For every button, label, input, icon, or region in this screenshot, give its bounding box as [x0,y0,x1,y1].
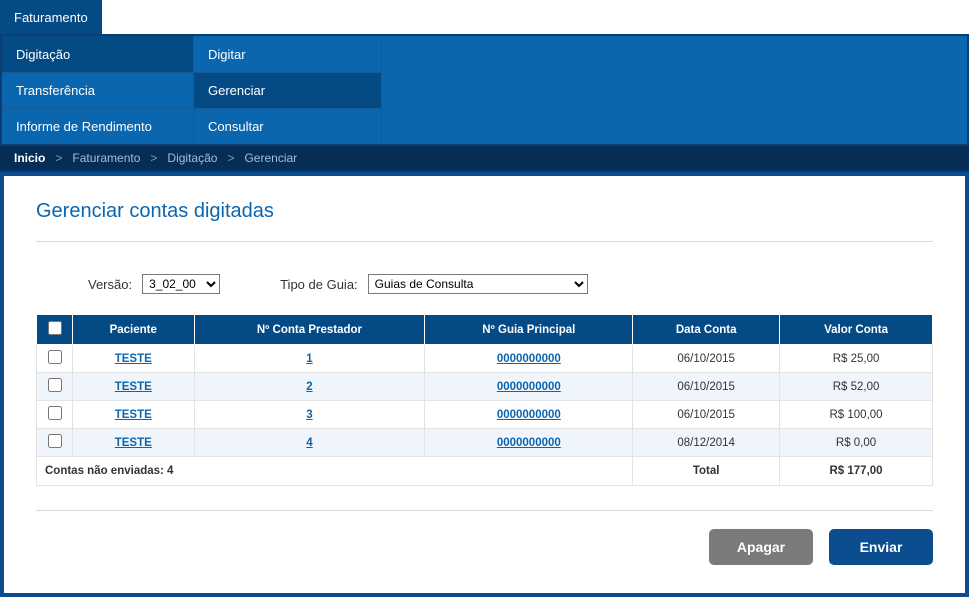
cell-paciente: TESTE [73,345,195,373]
cell-paciente: TESTE [73,373,195,401]
menu-bar: DigitaçãoTransferênciaInforme de Rendime… [0,34,969,146]
footer-total-value: R$ 177,00 [780,457,933,486]
breadcrumb-root[interactable]: Inicio [14,151,45,165]
guia-principal-link[interactable]: 0000000000 [497,409,561,421]
menu-item-gerenciar[interactable]: Gerenciar [194,72,382,108]
filters-row: Versão: 3_02_00 Tipo de Guia: Guias de C… [88,274,933,294]
menu-item-digitar[interactable]: Digitar [194,36,382,72]
breadcrumb-item[interactable]: Faturamento [72,151,140,165]
header-guia-principal: Nº Guia Principal [425,315,633,345]
page-title: Gerenciar contas digitadas [36,200,933,223]
paciente-link[interactable]: TESTE [115,409,152,421]
header-paciente: Paciente [73,315,195,345]
tab-faturamento[interactable]: Faturamento [0,0,102,34]
row-checkbox-cell [37,373,73,401]
footer-total-label: Total [633,457,780,486]
cell-data-conta: 06/10/2015 [633,345,780,373]
tipo-guia-label: Tipo de Guia: [280,277,358,292]
menu-item-consultar[interactable]: Consultar [194,108,382,144]
conta-prestador-link[interactable]: 3 [306,409,312,421]
paciente-link[interactable]: TESTE [115,381,152,393]
tipo-guia-select[interactable]: Guias de Consulta [368,274,588,294]
header-valor-conta: Valor Conta [780,315,933,345]
versao-select[interactable]: 3_02_00 [142,274,220,294]
menu-item-informe-rendimento[interactable]: Informe de Rendimento [2,108,194,144]
guia-principal-link[interactable]: 0000000000 [497,381,561,393]
header-checkbox-cell [37,315,73,345]
chevron-right-icon: > [55,151,62,165]
cell-conta-prestador: 2 [194,373,425,401]
cell-paciente: TESTE [73,429,195,457]
paciente-link[interactable]: TESTE [115,437,152,449]
select-all-checkbox[interactable] [48,321,62,335]
cell-guia-principal: 0000000000 [425,373,633,401]
menu-column-2: DigitarGerenciarConsultar [194,36,382,144]
chevron-right-icon: > [227,151,234,165]
footer-count: Contas não enviadas: 4 [37,457,633,486]
top-tabs: Faturamento [0,0,969,34]
chevron-right-icon: > [150,151,157,165]
cell-paciente: TESTE [73,401,195,429]
filter-tipo-guia: Tipo de Guia: Guias de Consulta [280,274,588,294]
divider [36,510,933,511]
row-checkbox[interactable] [48,350,62,364]
paciente-link[interactable]: TESTE [115,353,152,365]
cell-valor-conta: R$ 0,00 [780,429,933,457]
filter-versao: Versão: 3_02_00 [88,274,220,294]
table-row: TESTE 2 0000000000 06/10/2015R$ 52,00 [37,373,933,401]
cell-guia-principal: 0000000000 [425,401,633,429]
row-checkbox-cell [37,401,73,429]
conta-prestador-link[interactable]: 2 [306,381,312,393]
conta-prestador-link[interactable]: 4 [306,437,312,449]
cell-valor-conta: R$ 52,00 [780,373,933,401]
apagar-button[interactable]: Apagar [709,529,813,565]
row-checkbox[interactable] [48,434,62,448]
action-bar: Apagar Enviar [36,529,933,565]
cell-conta-prestador: 3 [194,401,425,429]
cell-valor-conta: R$ 100,00 [780,401,933,429]
table-row: TESTE 3 0000000000 06/10/2015R$ 100,00 [37,401,933,429]
enviar-button[interactable]: Enviar [829,529,933,565]
breadcrumb-item[interactable]: Digitação [167,151,217,165]
contas-table: Paciente Nº Conta Prestador Nº Guia Prin… [36,314,933,486]
row-checkbox-cell [37,429,73,457]
conta-prestador-link[interactable]: 1 [306,353,312,365]
menu-item-transferencia[interactable]: Transferência [2,72,194,108]
cell-conta-prestador: 1 [194,345,425,373]
cell-guia-principal: 0000000000 [425,429,633,457]
cell-valor-conta: R$ 25,00 [780,345,933,373]
table-row: TESTE 1 0000000000 06/10/2015R$ 25,00 [37,345,933,373]
content-frame: Gerenciar contas digitadas Versão: 3_02_… [0,172,969,597]
cell-data-conta: 08/12/2014 [633,429,780,457]
cell-guia-principal: 0000000000 [425,345,633,373]
guia-principal-link[interactable]: 0000000000 [497,437,561,449]
cell-data-conta: 06/10/2015 [633,401,780,429]
breadcrumb-item[interactable]: Gerenciar [244,151,297,165]
cell-data-conta: 06/10/2015 [633,373,780,401]
row-checkbox[interactable] [48,378,62,392]
menu-column-1: DigitaçãoTransferênciaInforme de Rendime… [2,36,194,144]
breadcrumb: Inicio > Faturamento > Digitação > Geren… [0,146,969,172]
header-data-conta: Data Conta [633,315,780,345]
table-row: TESTE 4 0000000000 08/12/2014R$ 0,00 [37,429,933,457]
guia-principal-link[interactable]: 0000000000 [497,353,561,365]
header-conta-prestador: Nº Conta Prestador [194,315,425,345]
row-checkbox[interactable] [48,406,62,420]
cell-conta-prestador: 4 [194,429,425,457]
versao-label: Versão: [88,277,132,292]
menu-item-digitacao[interactable]: Digitação [2,36,194,72]
divider [36,241,933,242]
row-checkbox-cell [37,345,73,373]
